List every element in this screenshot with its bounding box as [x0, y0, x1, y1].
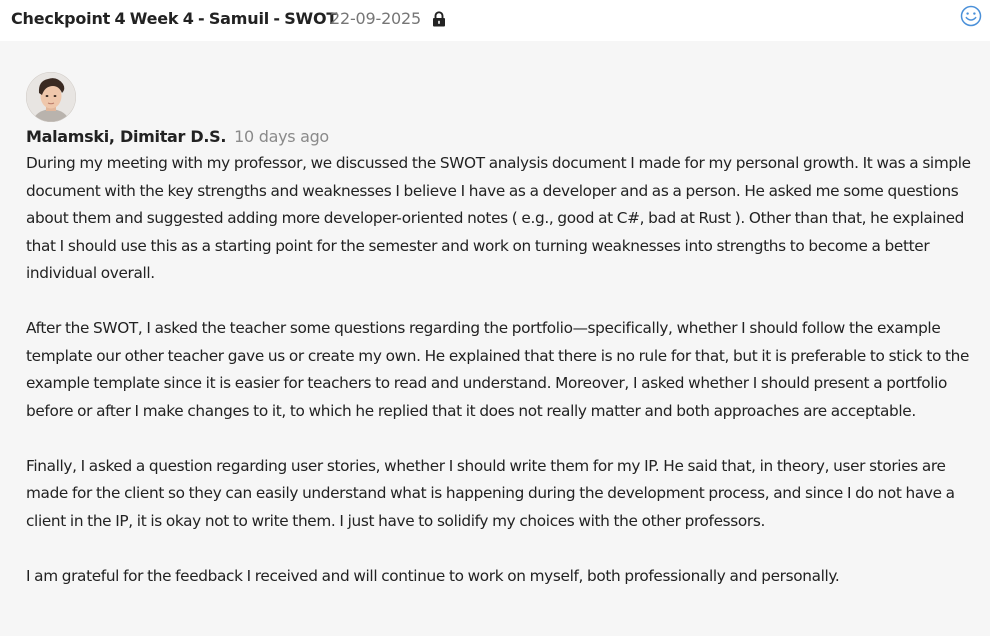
paragraph: After the SWOT, I asked the teacher some…	[26, 319, 970, 420]
smiley-icon[interactable]	[960, 5, 982, 27]
post-header: Checkpoint 4 Week 4 - Samuil - SWOT 22-0…	[0, 0, 990, 41]
post-time: 10 days ago	[234, 127, 329, 146]
post-date: 22-09-2025	[330, 9, 421, 28]
post-body: Malamski, Dimitar D.S. 10 days ago During…	[0, 41, 990, 636]
author-name[interactable]: Malamski, Dimitar D.S.	[26, 127, 226, 146]
post-text: During my meeting with my professor, we …	[26, 150, 988, 618]
author-line: Malamski, Dimitar D.S. 10 days ago	[26, 127, 329, 146]
avatar[interactable]	[26, 72, 76, 122]
paragraph: I am grateful for the feedback I receive…	[26, 566, 840, 585]
paragraph: Finally, I asked a question regarding us…	[26, 456, 955, 530]
paragraph: During my meeting with my professor, we …	[26, 154, 971, 282]
post-title: Checkpoint 4 Week 4 - Samuil - SWOT	[11, 9, 338, 28]
lock-icon	[432, 11, 446, 27]
